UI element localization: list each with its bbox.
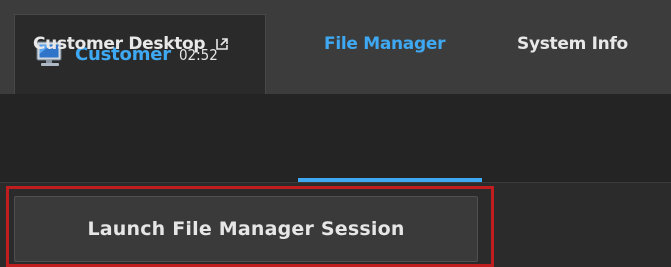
tab-system-info-label: System Info [517, 34, 628, 54]
tab-system-info[interactable]: System Info [517, 0, 628, 88]
nav-bar [0, 94, 671, 183]
active-tab-indicator [298, 178, 482, 182]
tab-customer-desktop[interactable]: Customer Desktop [33, 0, 229, 88]
launch-file-manager-button[interactable]: Launch File Manager Session [14, 196, 478, 262]
external-link-icon [216, 38, 229, 50]
tab-customer-desktop-label: Customer Desktop [33, 34, 206, 54]
tab-file-manager-label: File Manager [324, 34, 446, 54]
tab-file-manager[interactable]: File Manager [324, 0, 445, 88]
launch-button-label: Launch File Manager Session [87, 218, 405, 240]
